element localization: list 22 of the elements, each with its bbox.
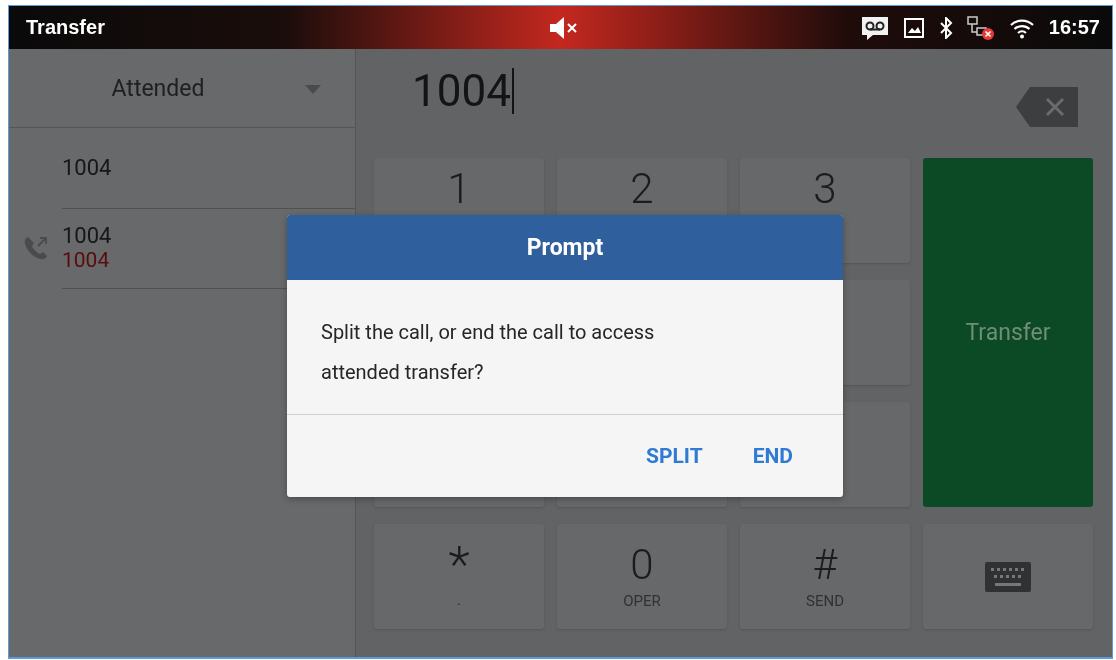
clock-time: 16:57 [1048,16,1100,39]
screen-title: Transfer [26,16,106,39]
bluetooth-icon [938,16,953,39]
dialog-button[interactable]: SPLIT [636,438,713,474]
keyboard-icon [985,561,1031,592]
picture-icon [902,16,925,39]
dialog-title: Prompt [287,215,843,280]
dial-key[interactable]: # SEND [740,524,910,629]
dialog-button[interactable]: END [742,438,803,474]
dialog-message: Split the call, or end the call to access attended transfer? [287,280,843,415]
call-number: 1004 [62,155,113,180]
number-input-field[interactable]: 1004 [412,65,514,117]
transfer-mode-dropdown[interactable]: Attended [9,49,355,128]
call-status-number: 1004 [62,248,111,272]
dial-key[interactable]: * . [374,524,544,629]
keyboard-toggle-button[interactable] [923,524,1093,629]
dropdown-caret-icon [305,85,321,94]
voicemail-icon [860,14,889,41]
backspace-icon[interactable] [1016,86,1078,127]
call-list-item[interactable]: 1004 [9,128,355,208]
call-number: 1004 [62,223,113,248]
network-error-icon [966,15,995,40]
